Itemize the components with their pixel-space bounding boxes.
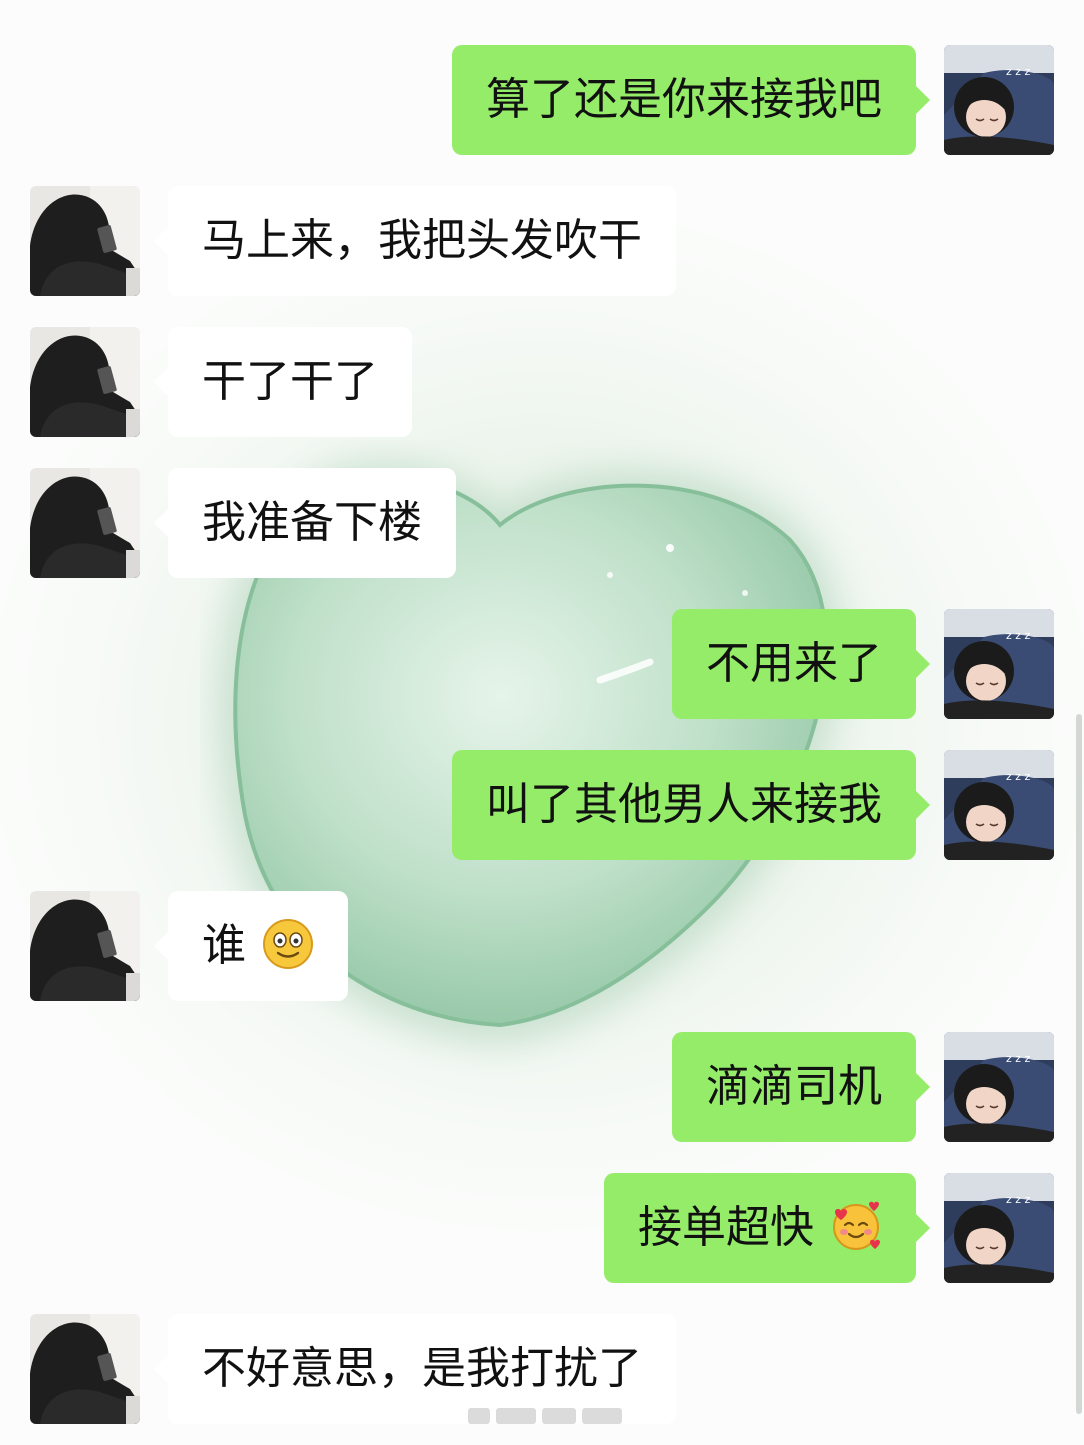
sleeping-girl-avatar[interactable]: z z z <box>944 750 1054 860</box>
message-bubble[interactable]: 不用来了 <box>672 609 930 719</box>
sleeping-girl-avatar[interactable]: z z z <box>944 609 1054 719</box>
sleeping-girl-avatar[interactable]: z z z <box>944 1173 1054 1283</box>
sent-message: z z z 叫了其他男人来接我 <box>0 750 1084 860</box>
message-bubble[interactable]: 算了还是你来接我吧 <box>452 45 930 155</box>
message-text: 叫了其他男人来接我 <box>486 779 882 830</box>
message-text: 滴滴司机 <box>706 1061 882 1112</box>
sleeping-girl-avatar[interactable]: z z z <box>944 1032 1054 1142</box>
sent-message: z z z 滴滴司机 <box>0 1032 1084 1142</box>
message-text: 谁 <box>202 920 246 971</box>
message-text: 干了干了 <box>202 356 378 407</box>
received-message: 马上来，我把头发吹干 <box>0 186 1084 296</box>
sleeping-girl-avatar[interactable]: z z z <box>944 45 1054 155</box>
sent-message: z z z 接单超快 <box>0 1173 1084 1283</box>
svg-text:z z z: z z z <box>1006 629 1031 642</box>
svg-text:z z z: z z z <box>1006 1052 1031 1065</box>
watermark <box>468 1408 628 1424</box>
received-message: 干了干了 <box>0 327 1084 437</box>
message-text: 接单超快 <box>638 1202 814 1253</box>
sent-message: z z z 算了还是你来接我吧 <box>0 45 1084 155</box>
hooded-boy-avatar[interactable] <box>30 891 140 1001</box>
message-text: 不好意思，是我打扰了 <box>202 1343 642 1394</box>
received-message: 我准备下楼 <box>0 468 1084 578</box>
message-bubble[interactable]: 马上来，我把头发吹干 <box>154 186 676 296</box>
message-text: 不用来了 <box>706 638 882 689</box>
hooded-boy-avatar[interactable] <box>30 186 140 296</box>
message-bubble[interactable]: 叫了其他男人来接我 <box>452 750 930 860</box>
message-bubble[interactable]: 接单超快 <box>604 1173 930 1283</box>
message-text: 算了还是你来接我吧 <box>486 74 882 125</box>
received-message: 谁 <box>0 891 1084 1001</box>
scrollbar[interactable] <box>1076 714 1082 1414</box>
hooded-boy-avatar[interactable] <box>30 468 140 578</box>
svg-text:z z z: z z z <box>1006 1193 1031 1206</box>
sent-message: z z z 不用来了 <box>0 609 1084 719</box>
message-bubble[interactable]: 谁 <box>154 891 348 1001</box>
smile-emoji-icon <box>263 919 313 969</box>
message-bubble[interactable]: 我准备下楼 <box>154 468 456 578</box>
smiling-hearts-emoji-icon <box>833 1201 880 1250</box>
svg-text:z z z: z z z <box>1006 65 1031 78</box>
hooded-boy-avatar[interactable] <box>30 1314 140 1424</box>
svg-text:z z z: z z z <box>1006 770 1031 783</box>
message-bubble[interactable]: 干了干了 <box>154 327 412 437</box>
message-bubble[interactable]: 滴滴司机 <box>672 1032 930 1142</box>
message-text: 我准备下楼 <box>202 497 422 548</box>
message-text: 马上来，我把头发吹干 <box>202 215 642 266</box>
hooded-boy-avatar[interactable] <box>30 327 140 437</box>
